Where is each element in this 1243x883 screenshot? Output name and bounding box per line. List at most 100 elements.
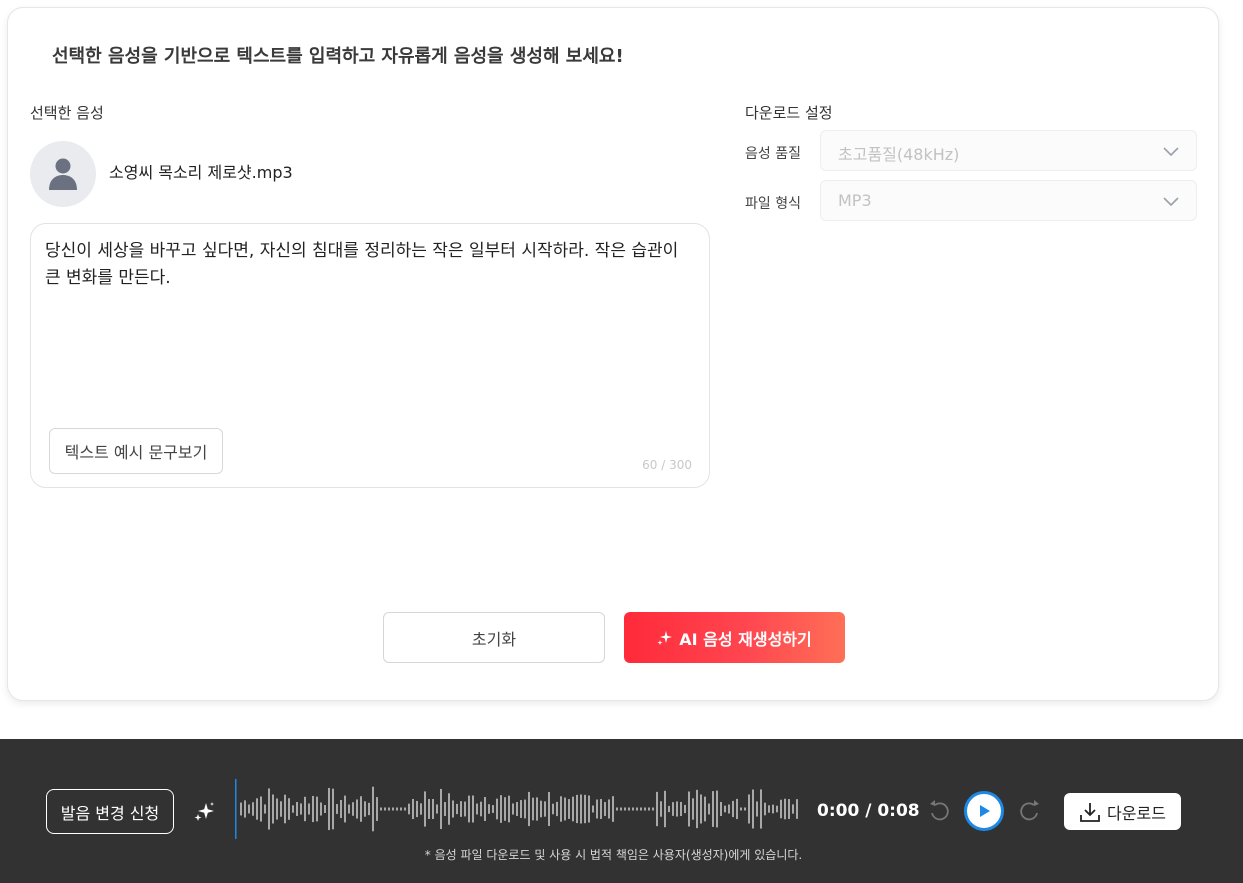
waveform-bar [608, 799, 610, 819]
waveform-bar [728, 804, 730, 814]
waveform-bar [336, 804, 338, 814]
waveform-bar [740, 807, 742, 811]
waveform-bar [720, 802, 722, 816]
play-button[interactable] [964, 791, 1004, 831]
waveform-bar [364, 801, 366, 817]
waveform-bar [264, 804, 266, 814]
waveform-bar [776, 805, 778, 813]
waveform[interactable] [234, 779, 800, 839]
waveform-bar [596, 799, 598, 819]
playhead[interactable] [235, 779, 237, 839]
waveform-bar [724, 805, 726, 813]
waveform-bar [676, 801, 678, 817]
waveform-bar [352, 802, 354, 816]
waveform-bar [664, 790, 666, 828]
waveform-bar [768, 805, 770, 813]
waveform-bar [300, 803, 302, 815]
waveform-bar [616, 807, 618, 811]
waveform-bar [520, 800, 522, 818]
waveform-bar [656, 791, 658, 827]
waveform-bar [592, 805, 594, 813]
quality-select[interactable]: 초고품질(48kHz) [820, 130, 1197, 171]
waveform-bar [396, 807, 398, 811]
waveform-bar [436, 804, 438, 814]
waveform-bar [576, 794, 578, 824]
waveform-bar [332, 788, 334, 830]
regenerate-button[interactable]: AI 음성 재생성하기 [624, 612, 845, 663]
waveform-bar [784, 798, 786, 820]
legal-disclaimer: * 음성 파일 다운로드 및 사용 시 법적 책임은 사용자(생성자)에게 있습… [424, 848, 803, 862]
waveform-bar [692, 798, 694, 820]
text-example-button[interactable]: 텍스트 예시 문구보기 [49, 428, 223, 474]
waveform-bar [444, 802, 446, 816]
waveform-bar [628, 807, 630, 811]
waveform-bar [500, 795, 502, 823]
waveform-bar [796, 799, 798, 819]
selected-voice-file-name: 소영씨 목소리 제로샷.mp3 [109, 163, 293, 182]
waveform-bar [340, 799, 342, 819]
waveform-bar [648, 807, 650, 811]
waveform-bar [480, 801, 482, 817]
waveform-bar [304, 796, 306, 822]
waveform-bar [456, 803, 458, 815]
waveform-bar [564, 797, 566, 821]
reset-button[interactable]: 초기화 [383, 612, 605, 663]
waveform-bar [604, 802, 606, 816]
download-button[interactable]: 다운로드 [1064, 793, 1181, 830]
waveform-bar [704, 796, 706, 822]
waveform-bar [360, 796, 362, 822]
waveform-bar [760, 789, 762, 829]
waveform-bar [484, 797, 486, 821]
pronunciation-change-button[interactable]: 발음 변경 신청 [46, 789, 174, 834]
waveform-bar [412, 798, 414, 820]
waveform-bar [416, 800, 418, 818]
download-icon [1080, 802, 1100, 822]
playback-time: 0:00 / 0:08 [817, 801, 920, 821]
waveform-bar [248, 804, 250, 814]
format-label: 파일 형식 [745, 196, 801, 212]
waveform-bar [344, 795, 346, 823]
waveform-bar [668, 805, 670, 813]
waveform-bar [636, 807, 638, 811]
waveform-bar [764, 802, 766, 816]
waveform-bar [420, 803, 422, 815]
waveform-bar [624, 807, 626, 811]
waveform-bar [572, 796, 574, 822]
format-select[interactable]: MP3 [820, 180, 1197, 221]
waveform-bar [532, 797, 534, 821]
waveform-bar [392, 807, 394, 811]
waveform-bar [496, 798, 498, 820]
waveform-bar [612, 796, 614, 822]
waveform-bar [280, 801, 282, 817]
waveform-bar [780, 799, 782, 819]
regenerate-button-label: AI 음성 재생성하기 [679, 629, 812, 649]
sparkle-icon[interactable] [193, 800, 217, 824]
waveform-bar [672, 802, 674, 816]
waveform-bar [296, 802, 298, 816]
waveform-bar [512, 803, 514, 815]
sparkle-icon [657, 630, 673, 645]
waveform-bar [252, 802, 254, 816]
waveform-bar [556, 801, 558, 817]
waveform-bar [292, 805, 294, 813]
waveform-bar [428, 799, 430, 819]
waveform-bar [492, 805, 494, 813]
text-input-content[interactable]: 당신이 세상을 바꾸고 싶다면, 자신의 침대를 정리하는 작은 일부터 시작하… [45, 238, 695, 292]
waveform-bar [756, 801, 758, 817]
waveform-bar [244, 800, 246, 818]
waveform-bar [584, 794, 586, 824]
rewind-icon[interactable] [927, 797, 951, 823]
waveform-bar [712, 791, 714, 827]
waveform-bar [452, 800, 454, 818]
waveform-bar [644, 807, 646, 811]
avatar [30, 141, 96, 207]
waveform-bar [256, 798, 258, 820]
text-input-area[interactable]: 당신이 세상을 바꾸고 싶다면, 자신의 침대를 정리하는 작은 일부터 시작하… [30, 223, 710, 488]
waveform-bar [468, 795, 470, 823]
waveform-bar [708, 803, 710, 815]
waveform-bar [504, 797, 506, 821]
chevron-down-icon [1163, 197, 1179, 207]
waveform-bar [316, 796, 318, 822]
forward-icon[interactable] [1018, 797, 1042, 823]
waveform-bar [400, 807, 402, 811]
